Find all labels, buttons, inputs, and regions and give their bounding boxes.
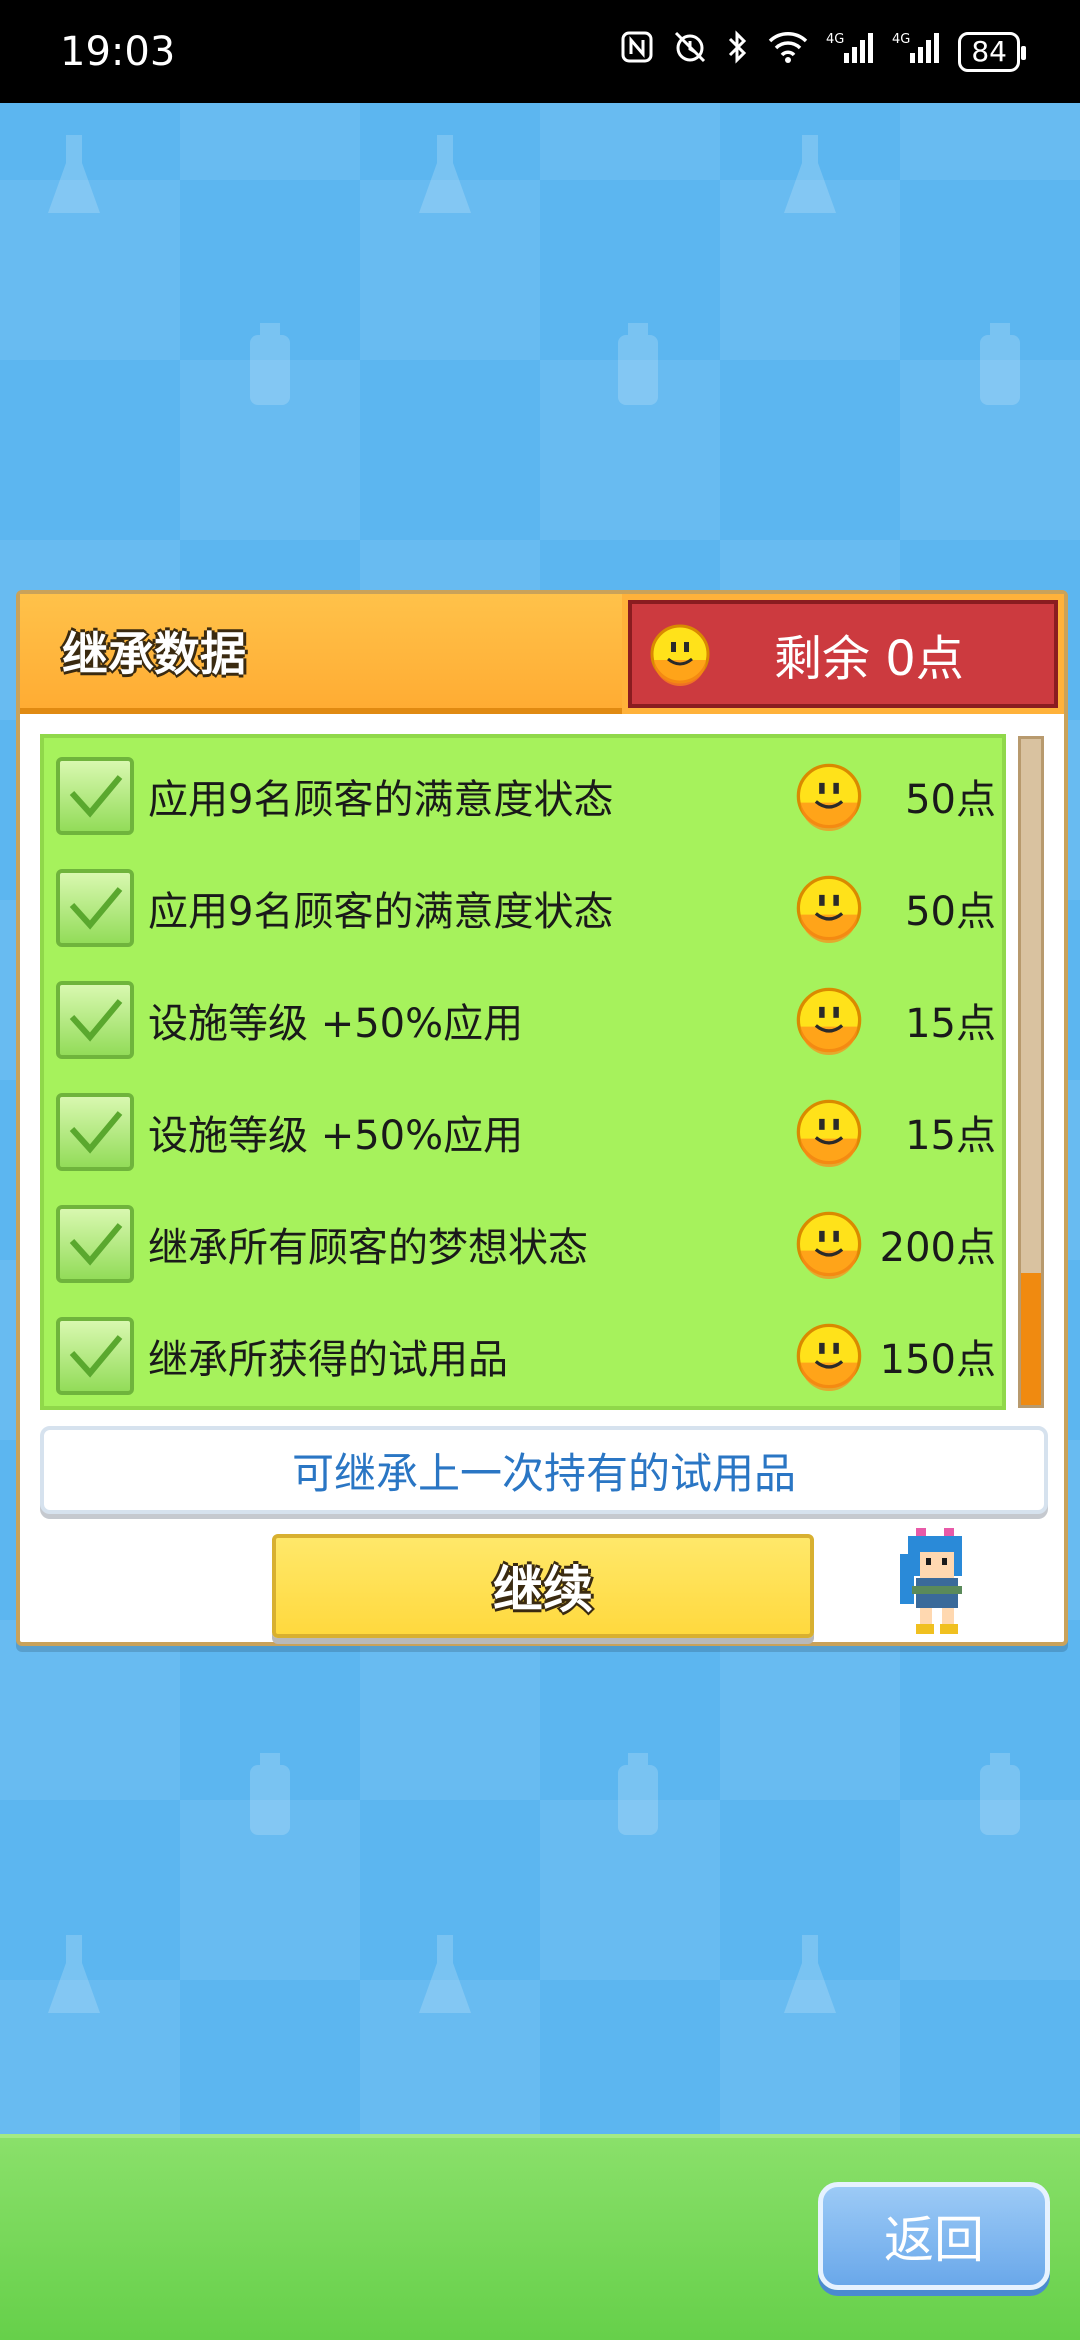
smiley-coin-icon	[796, 1323, 862, 1391]
check-icon	[69, 999, 123, 1042]
inherit-options-list[interactable]: 应用9名顾客的满意度状态 50点 应用9名顾客的满意度状态 50点 设施等级 +…	[40, 734, 1006, 1410]
svg-text:4G: 4G	[892, 32, 910, 47]
item-label: 设施等级 +50%应用	[148, 1113, 524, 1159]
bluetooth-icon	[726, 29, 750, 74]
list-scrollbar[interactable]	[1018, 736, 1044, 1408]
continue-button[interactable]: 继续	[272, 1534, 814, 1638]
item-label: 继承所获得的试用品	[148, 1337, 508, 1383]
list-item[interactable]: 设施等级 +50%应用 15点	[56, 1082, 996, 1182]
list-item[interactable]: 应用9名顾客的满意度状态 50点	[56, 858, 996, 958]
checkbox[interactable]	[56, 757, 134, 835]
flask-icon	[419, 135, 471, 213]
bottle-icon	[980, 1753, 1020, 1835]
list-item[interactable]: 继承所获得的试用品 150点	[56, 1306, 996, 1406]
info-text: 可继承上一次持有的试用品	[291, 1448, 796, 1498]
wifi-icon	[768, 31, 808, 72]
inherit-data-dialog: 继承数据 剩余 0点 应用9名顾客的满意度状态 50点 应用9名顾客的满意度状态…	[16, 590, 1068, 1646]
remaining-points-text: 剩余 0点	[774, 631, 964, 687]
status-time: 19:03	[60, 28, 176, 75]
check-icon	[69, 1111, 123, 1154]
item-label: 继承所有顾客的梦想状态	[148, 1225, 588, 1271]
scrollbar-thumb[interactable]	[1021, 1273, 1041, 1405]
check-icon	[69, 775, 123, 818]
item-cost: 50点	[905, 777, 996, 823]
remaining-points-panel: 剩余 0点	[628, 600, 1058, 708]
remaining-points-box: 剩余 0点	[622, 594, 1064, 714]
item-cost: 50点	[905, 889, 996, 935]
checkbox[interactable]	[56, 869, 134, 947]
status-icons: 4G 4G 84	[620, 29, 1026, 74]
back-button-label: 返回	[884, 2211, 984, 2269]
alarm-icon	[672, 29, 708, 74]
item-cost: 15点	[905, 1113, 996, 1159]
flask-icon	[784, 1935, 836, 2013]
info-bar: 可继承上一次持有的试用品	[40, 1426, 1048, 1514]
smiley-coin-icon	[650, 624, 710, 686]
list-item[interactable]: 设施等级 +50%应用 15点	[56, 970, 996, 1070]
checkbox[interactable]	[56, 1317, 134, 1395]
checkbox[interactable]	[56, 981, 134, 1059]
item-cost: 150点	[879, 1337, 996, 1383]
item-cost: 15点	[905, 1001, 996, 1047]
list-item[interactable]: 继承所有顾客的梦想状态 200点	[56, 1194, 996, 1294]
smiley-coin-icon	[796, 875, 862, 943]
nfc-icon	[620, 30, 654, 73]
signal-4g-icon: 4G	[826, 29, 874, 74]
flask-icon	[48, 135, 100, 213]
title-tab: 继承数据	[20, 594, 622, 714]
smiley-coin-icon	[796, 1211, 862, 1279]
character-sprite	[900, 1528, 962, 1634]
check-icon	[69, 1335, 123, 1378]
list-item[interactable]: 应用9名顾客的满意度状态 50点	[56, 746, 996, 846]
svg-text:4G: 4G	[826, 32, 844, 47]
item-cost: 200点	[879, 1225, 996, 1271]
dialog-header: 继承数据 剩余 0点	[20, 594, 1064, 714]
flask-icon	[419, 1935, 471, 2013]
item-label: 应用9名顾客的满意度状态	[148, 777, 614, 823]
bottom-bar: 返回	[0, 2134, 1080, 2340]
bottle-icon	[618, 1753, 658, 1835]
bottle-icon	[618, 323, 658, 405]
status-bar: 19:03 4G 4G 84	[0, 0, 1080, 103]
check-icon	[69, 1223, 123, 1266]
flask-icon	[48, 1935, 100, 2013]
continue-button-label: 继续	[493, 1561, 593, 1619]
smiley-coin-icon	[796, 1099, 862, 1167]
item-label: 应用9名顾客的满意度状态	[148, 889, 614, 935]
signal-4g-icon: 4G	[892, 29, 940, 74]
flask-icon	[784, 135, 836, 213]
checkbox[interactable]	[56, 1205, 134, 1283]
bottle-icon	[250, 1753, 290, 1835]
smiley-coin-icon	[796, 987, 862, 1055]
back-button[interactable]: 返回	[818, 2182, 1050, 2290]
bottle-icon	[980, 323, 1020, 405]
check-icon	[69, 887, 123, 930]
dialog-title: 继承数据	[62, 627, 246, 681]
smiley-coin-icon	[796, 763, 862, 831]
battery-indicator: 84	[958, 31, 1026, 72]
item-label: 设施等级 +50%应用	[148, 1001, 524, 1047]
bottle-icon	[250, 323, 290, 405]
checkbox[interactable]	[56, 1093, 134, 1171]
